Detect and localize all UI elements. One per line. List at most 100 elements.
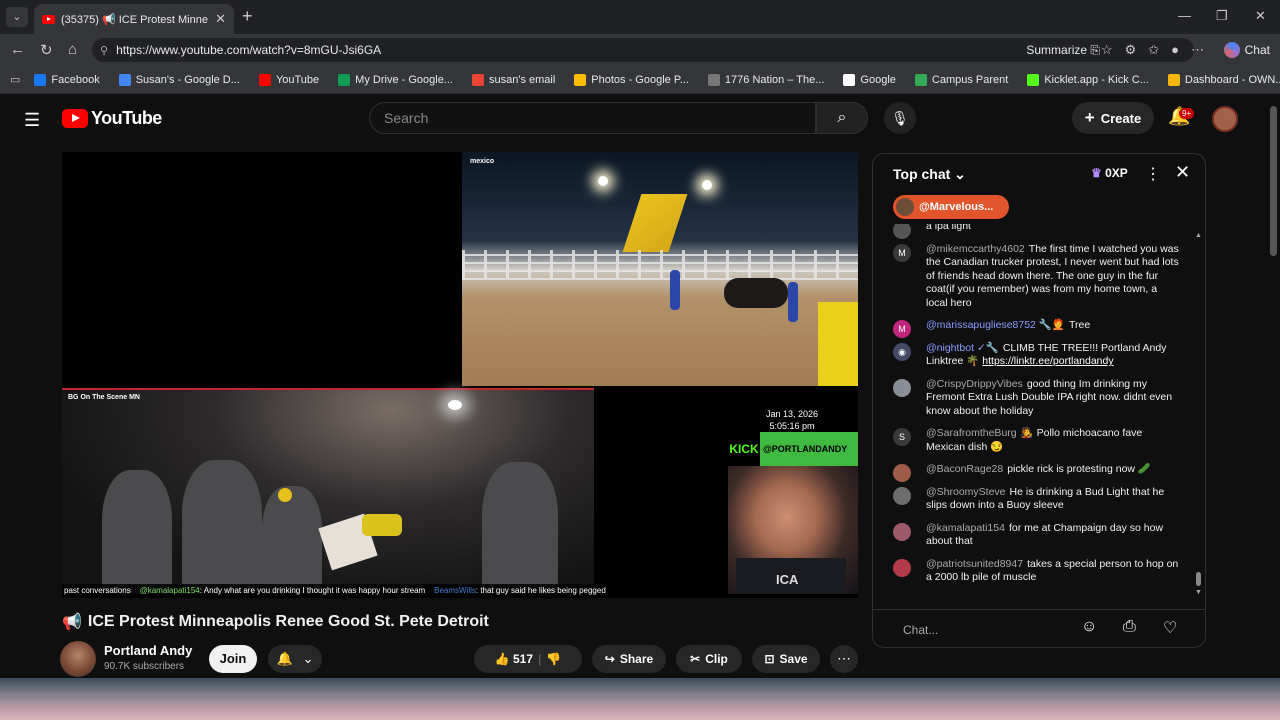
chat-author-avatar[interactable]: M: [893, 320, 911, 338]
search-button[interactable]: ⌕: [816, 102, 868, 134]
chat-input[interactable]: Chat...: [873, 609, 1205, 647]
scroll-up-icon[interactable]: ▲: [1195, 232, 1202, 239]
voice-search-icon[interactable]: 🎙: [884, 102, 916, 134]
chat-author-avatar[interactable]: [893, 486, 911, 505]
stream-timestamp: Jan 13, 2026 5:05:16 pm: [766, 409, 819, 431]
chat-message[interactable]: ◉ @nightbot ✓🔧 CLIMB THE TREE!!! Portland …: [873, 342, 1193, 369]
search-input[interactable]: Search: [369, 102, 816, 134]
chat-message[interactable]: S @SarafromtheBurg 🧑‍🎤 Pollo michoacano fa…: [873, 427, 1193, 454]
dislike-icon[interactable]: 👎: [546, 652, 561, 666]
chat-author-avatar[interactable]: [893, 558, 911, 577]
bookmark-item[interactable]: Google: [843, 73, 896, 86]
chat-author-avatar[interactable]: ◉: [893, 342, 911, 361]
top-chat-dropdown[interactable]: Top chat ⌄: [893, 166, 966, 183]
extensions-icon[interactable]: ⚙: [1125, 42, 1137, 58]
chat-message[interactable]: M @marissapugliese8752 🔧🧑‍🦰 Tree: [873, 319, 1193, 338]
favorite-star-icon[interactable]: ☆: [1101, 42, 1113, 58]
chat-message[interactable]: a ipa light: [873, 224, 1193, 239]
chat-scrollbar[interactable]: ▲ ▼: [1195, 232, 1203, 596]
gift-icon[interactable]: ⎙: [1123, 618, 1136, 636]
bookmark-item[interactable]: Kicklet.app - Kick C...: [1027, 73, 1149, 86]
more-actions-icon[interactable]: ⋯: [830, 645, 858, 673]
bookmark-item[interactable]: My Drive - Google...: [338, 73, 453, 86]
bookmark-item[interactable]: Susan's - Google D...: [118, 73, 240, 86]
chat-author-name[interactable]: @ShroomySteve: [926, 486, 1006, 498]
maximize-icon[interactable]: ❐: [1216, 8, 1228, 24]
channel-avatar[interactable]: [60, 641, 96, 677]
share-button[interactable]: ↪ Share: [592, 645, 666, 673]
like-button[interactable]: 👍 517: [495, 652, 533, 666]
chat-message[interactable]: @patriotsunited8947 takes a special perso…: [873, 558, 1193, 585]
bookmark-item[interactable]: 1776 Nation – The...: [707, 73, 824, 86]
xp-counter[interactable]: ♛ 0XP: [1091, 166, 1128, 180]
browser-tab-active[interactable]: (35375) 📢 ICE Protest Minne... ✕: [34, 4, 234, 34]
video-player[interactable]: mexico BG On The Scene MN Jan 13, 2026 5…: [62, 152, 858, 598]
clip-button[interactable]: ✂ Clip: [676, 645, 742, 673]
chat-author-name[interactable]: @SarafromtheBurg 🧑‍🎤: [926, 427, 1033, 439]
chat-author-name[interactable]: @CrispyDrippyVibes: [926, 378, 1023, 390]
chat-author-avatar[interactable]: [893, 378, 911, 397]
youtube-logo[interactable]: YouTube: [62, 108, 162, 129]
chat-messages[interactable]: a ipa light M @mikemccarthy4602 The first t…: [873, 224, 1193, 602]
menu-dots-icon[interactable]: ⋯: [1191, 42, 1204, 58]
bookmark-label: Kicklet.app - Kick C...: [1044, 73, 1149, 86]
hamburger-menu-icon[interactable]: ☰: [24, 110, 40, 131]
tab-close-icon[interactable]: ✕: [215, 11, 226, 27]
emoji-icon[interactable]: ☺: [1081, 618, 1097, 636]
chat-author-avatar[interactable]: [893, 522, 911, 541]
bookmark-favicon-icon: [1027, 73, 1040, 86]
back-icon[interactable]: ←: [10, 41, 25, 58]
create-button[interactable]: + Create: [1072, 102, 1154, 134]
chat-author-name[interactable]: @kamalapati154: [926, 522, 1005, 534]
save-button[interactable]: ⊡ Save: [752, 645, 820, 673]
subscription-bell-button[interactable]: 🔔 ⌄: [268, 645, 322, 673]
chat-message[interactable]: @BaconRage28 pickle rick is protesting no…: [873, 463, 1193, 482]
bookmark-item[interactable]: Photos - Google P...: [574, 73, 689, 86]
reload-icon[interactable]: ↻: [40, 41, 53, 59]
copilot-chat-button[interactable]: Chat: [1223, 42, 1270, 58]
scroll-down-icon[interactable]: ▼: [1195, 589, 1202, 596]
page-scroll-thumb[interactable]: [1270, 106, 1277, 256]
chat-author-avatar[interactable]: M: [893, 243, 911, 262]
window-close-icon[interactable]: ✕: [1255, 8, 1266, 24]
chat-author-name[interactable]: @patriotsunited8947: [926, 558, 1023, 570]
chat-message[interactable]: M @mikemccarthy4602 The first time I watch…: [873, 243, 1193, 311]
tab-search-chevron-icon[interactable]: ⌄: [6, 7, 28, 27]
summarize-button[interactable]: Summarize ⎘: [1026, 43, 1100, 58]
bookmark-item[interactable]: Facebook: [34, 73, 100, 86]
favorites-icon[interactable]: ✩: [1148, 42, 1159, 58]
chat-close-icon[interactable]: ✕: [1175, 162, 1190, 183]
chat-author-name[interactable]: @marissapugliese8752 🔧🧑‍🦰: [926, 319, 1065, 331]
chat-message[interactable]: @ShroomySteve He is drinking a Bud Light …: [873, 486, 1193, 513]
chat-author-avatar[interactable]: [893, 224, 911, 239]
home-icon[interactable]: ⌂: [68, 41, 77, 58]
new-tab-icon[interactable]: +: [242, 6, 253, 27]
site-info-icon[interactable]: ⚲: [100, 44, 108, 57]
pinned-user-chip[interactable]: @Marvelous...: [893, 195, 1009, 219]
page-scrollbar[interactable]: [1268, 94, 1280, 678]
heart-icon[interactable]: ♡: [1163, 618, 1177, 638]
chat-author-name[interactable]: @BaconRage28: [926, 463, 1003, 475]
bookmark-item[interactable]: YouTube: [258, 73, 319, 86]
channel-name[interactable]: Portland Andy: [104, 643, 192, 658]
chat-author-avatar[interactable]: [893, 464, 911, 482]
yellow-object: [362, 514, 402, 536]
chat-author-name[interactable]: @nightbot ✓🔧: [926, 342, 999, 354]
chat-menu-icon[interactable]: ⋮: [1145, 164, 1161, 184]
profile-icon[interactable]: ●: [1171, 42, 1179, 58]
chat-message[interactable]: @kamalapati154 for me at Champaign day so…: [873, 522, 1193, 549]
account-avatar[interactable]: [1212, 106, 1238, 132]
bookmarks-toggle-icon[interactable]: ▭: [10, 73, 20, 86]
bookmark-item[interactable]: susan's email: [471, 73, 555, 86]
chat-scroll-thumb[interactable]: [1196, 572, 1201, 586]
copilot-icon: [1223, 42, 1240, 58]
youtube-header: ☰ YouTube Search ⌕ 🎙 + Create 🔔: [0, 94, 1268, 142]
join-button[interactable]: Join: [209, 645, 257, 673]
bookmark-item[interactable]: Campus Parent: [914, 73, 1008, 86]
chat-link[interactable]: https://linktr.ee/portlandandy: [982, 355, 1113, 367]
minimize-icon[interactable]: —: [1178, 8, 1191, 23]
bookmark-item[interactable]: Dashboard - OWN...: [1167, 73, 1280, 86]
chat-author-name[interactable]: @mikemccarthy4602: [926, 243, 1025, 255]
chat-message[interactable]: @CrispyDrippyVibes good thing Im drinking…: [873, 378, 1193, 419]
chat-author-avatar[interactable]: S: [893, 428, 911, 446]
